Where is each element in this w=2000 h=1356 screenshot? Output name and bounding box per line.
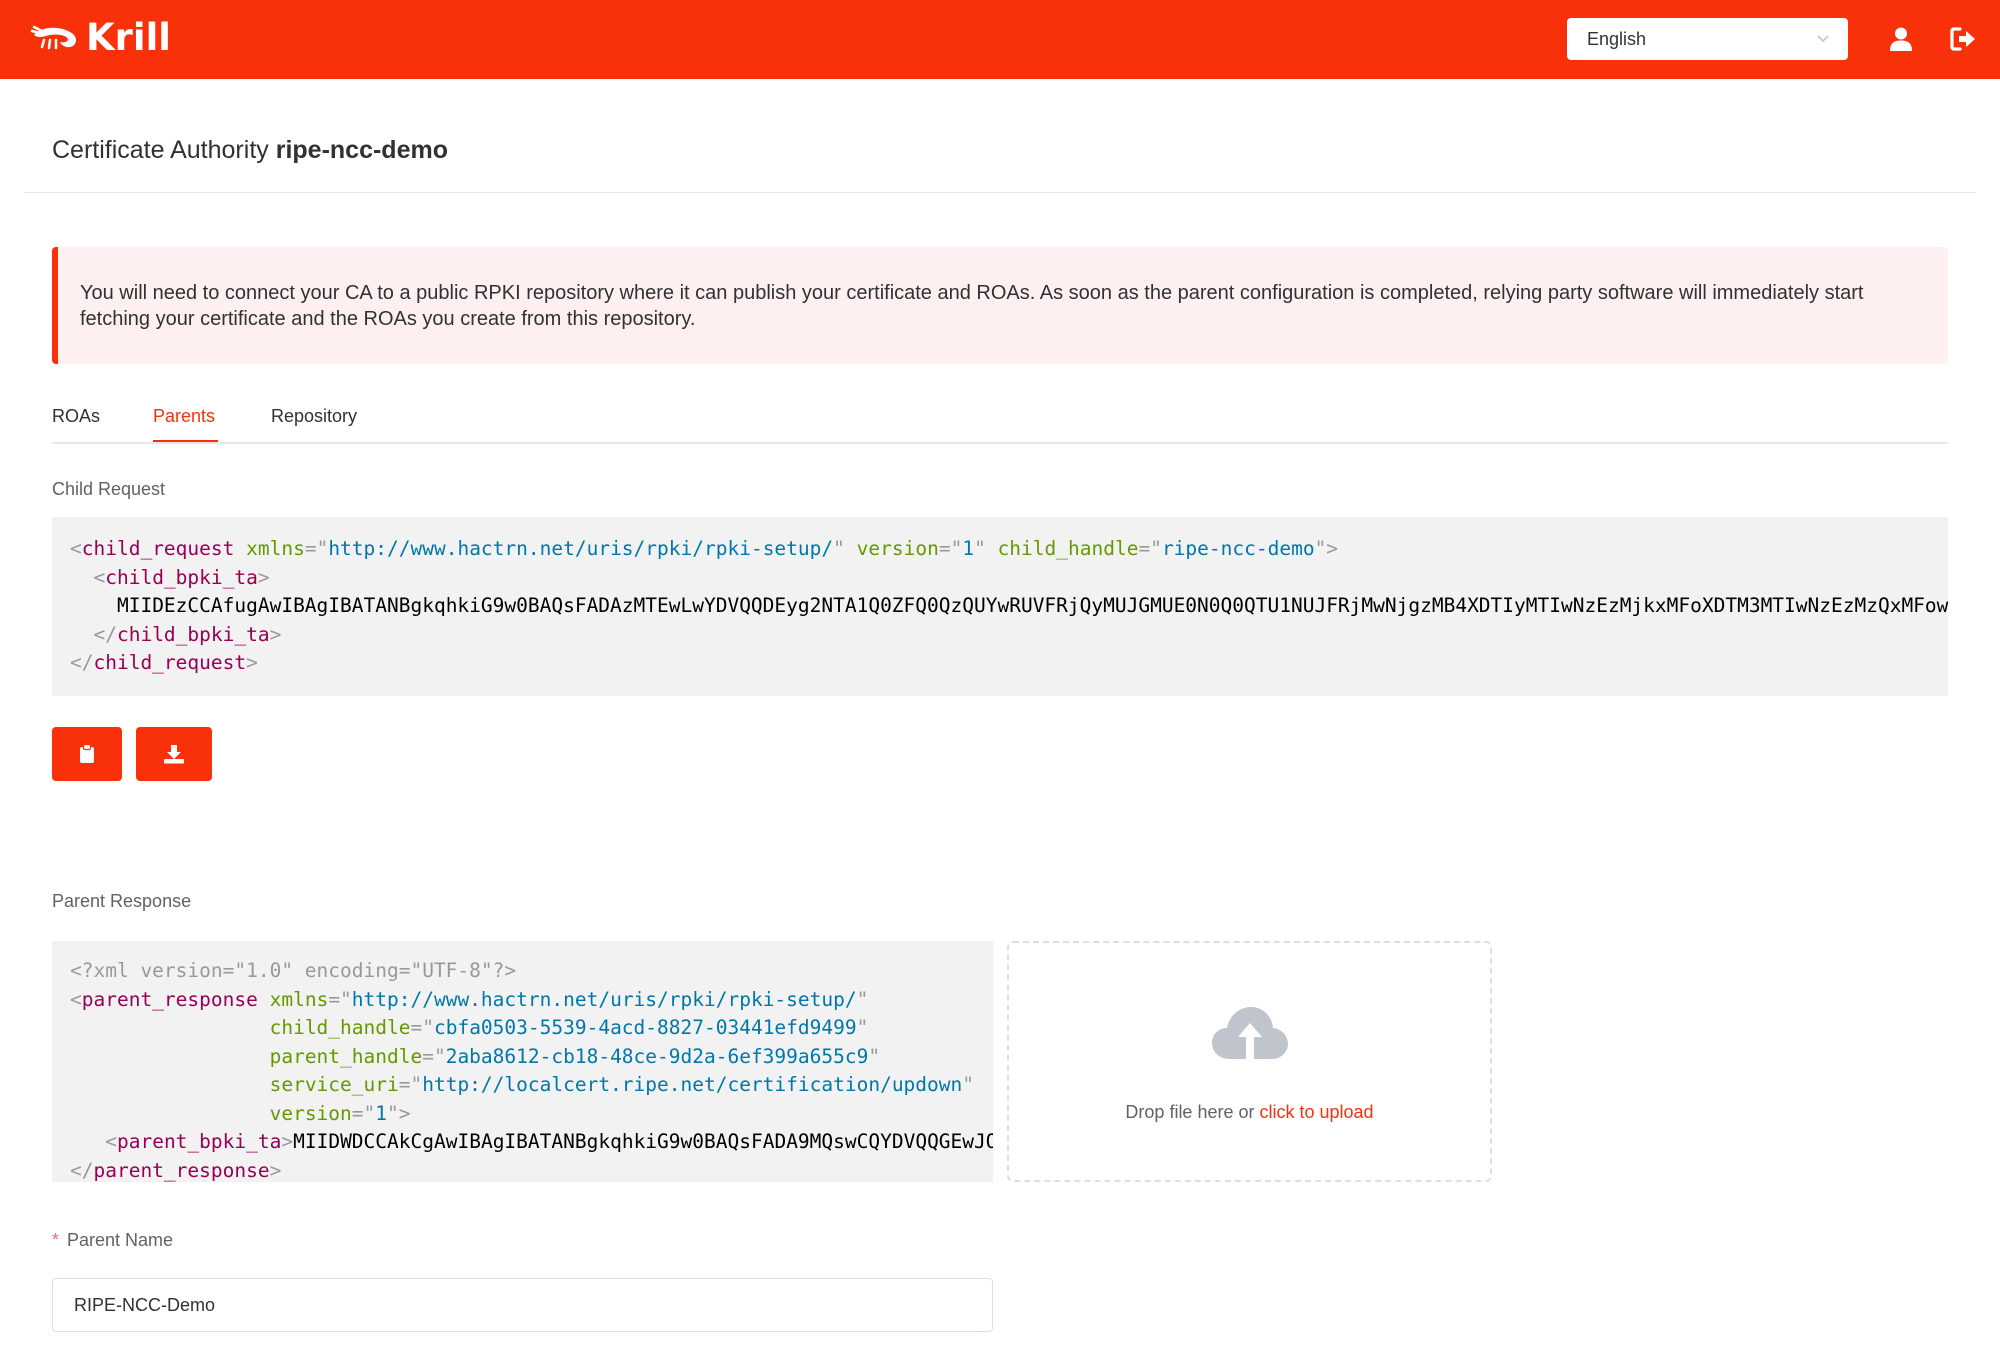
child-bpki-ta-value: MIIDEzCCAfugAwIBAgIBATANBgkqhkiG9w0BAQsF… xyxy=(116,594,1948,617)
file-upload-dropzone[interactable]: Drop file here or click to upload xyxy=(1007,941,1492,1182)
parent-response-service-uri: http://localcert.ripe.net/certification/… xyxy=(422,1073,963,1096)
alert-text: You will need to connect your CA to a pu… xyxy=(80,282,1864,330)
parent-response-code[interactable]: <?xml version="1.0" encoding="UTF-8"?> <… xyxy=(52,941,993,1182)
language-select[interactable]: English xyxy=(1567,18,1848,60)
upload-cloud-icon xyxy=(1212,1007,1288,1059)
parent-response-parent-handle: 2aba8612-cb18-48ce-9d2a-6ef399a655c9 xyxy=(445,1044,869,1068)
child-request-label: Child Request xyxy=(52,479,166,499)
page-title-prefix: Certificate Authority xyxy=(52,136,269,164)
language-selected-value: English xyxy=(1587,28,1647,49)
parent-response-label: Parent Response xyxy=(52,891,192,911)
child-request-code[interactable]: <child_request xmlns="http://www.hactrn.… xyxy=(52,517,1948,696)
tab-parents[interactable]: Parents xyxy=(153,406,218,442)
logout-icon[interactable] xyxy=(1950,26,1976,52)
xml-declaration: <?xml version="1.0" encoding="UTF-8"?> xyxy=(70,959,517,982)
clipboard-icon xyxy=(80,744,94,763)
tab-repository[interactable]: Repository xyxy=(271,406,357,442)
ca-name: ripe-ncc-demo xyxy=(275,136,448,164)
page-title: Certificate Authority ripe-ncc-demo xyxy=(52,136,448,165)
parent-bpki-ta-value: MIIDWDCCAkCgAwIBAgIBATANBgkqhkiG9w0BAQsF… xyxy=(293,1130,993,1153)
copy-button[interactable] xyxy=(52,727,122,781)
parent-response-child-handle: cbfa0503-5539-4acd-8827-03441efd9499 xyxy=(433,1016,857,1039)
user-icon[interactable] xyxy=(1888,26,1914,52)
tab-roas[interactable]: ROAs xyxy=(52,406,100,442)
parent-name-label: * Parent Name xyxy=(52,1230,173,1251)
app-name: Krill xyxy=(86,16,171,59)
shrimp-logo-icon xyxy=(30,25,77,50)
upload-instructions: Drop file here or click to upload xyxy=(1009,1102,1490,1123)
download-icon xyxy=(164,745,184,764)
child-request-handle: ripe-ncc-demo xyxy=(1161,537,1315,560)
click-to-upload-link[interactable]: click to upload xyxy=(1259,1102,1373,1122)
parent-name-value: RIPE-NCC-Demo xyxy=(74,1294,216,1315)
parent-response-version: 1 xyxy=(375,1101,388,1125)
upload-text: Drop file here or xyxy=(1125,1102,1260,1122)
ca-tabs: ROAs Parents Repository xyxy=(52,396,1948,444)
krill-logo[interactable]: Krill xyxy=(30,18,171,58)
child-request-xmlns: http://www.hactrn.net/uris/rpki/rpki-set… xyxy=(328,537,834,560)
top-bar: Krill English xyxy=(0,0,2000,79)
title-divider xyxy=(24,192,1976,193)
parent-name-input[interactable]: RIPE-NCC-Demo xyxy=(52,1278,993,1332)
chevron-down-icon xyxy=(1817,35,1829,43)
download-button[interactable] xyxy=(136,727,212,781)
parent-name-label-text: Parent Name xyxy=(67,1230,174,1250)
repository-alert: You will need to connect your CA to a pu… xyxy=(52,247,1948,364)
parent-response-xmlns: http://www.hactrn.net/uris/rpki/rpki-set… xyxy=(351,987,857,1011)
required-mark: * xyxy=(52,1230,60,1250)
child-request-version: 1 xyxy=(962,537,975,560)
